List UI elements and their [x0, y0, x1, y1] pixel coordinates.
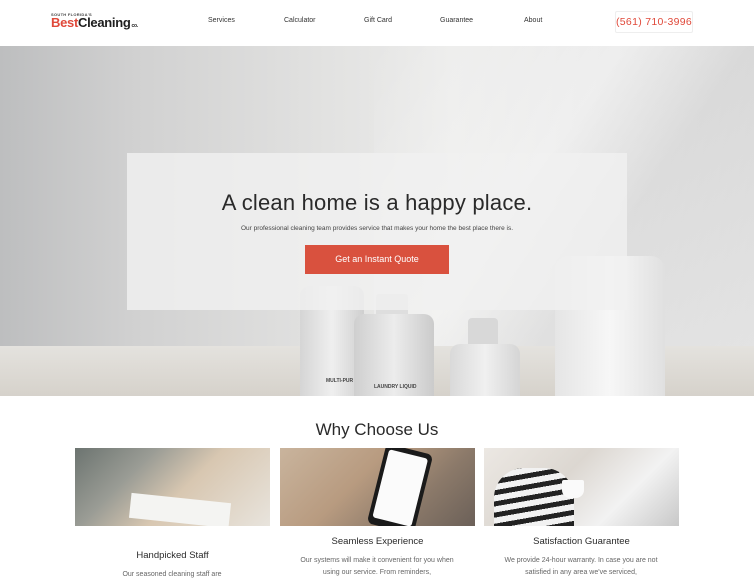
nav-about[interactable]: About: [524, 17, 542, 24]
brand-logo[interactable]: SOUTH FLORIDA'S BestCleaningco.: [51, 12, 138, 34]
nav-guarantee[interactable]: Guarantee: [440, 17, 473, 24]
logo-wordmark: BestCleaningco.: [51, 15, 138, 30]
logo-co: co.: [131, 23, 138, 29]
smartphone-shape: [366, 448, 434, 526]
feature-title: Handpicked Staff: [136, 550, 209, 561]
satisfaction-guarantee-photo: [484, 448, 679, 526]
nav-calculator[interactable]: Calculator: [284, 17, 316, 24]
feature-text: Our systems will make it convenient for …: [300, 557, 454, 576]
bottle-image: [450, 344, 520, 396]
hero-section: MULTI-PUR CLEANER LAUNDRY LIQUID A clean…: [0, 46, 754, 396]
logo-cleaning: Cleaning: [77, 15, 131, 30]
clipboard-shape: [128, 492, 232, 526]
smartphone-screen: [372, 449, 429, 526]
seamless-experience-photo: [280, 448, 475, 526]
logo-best: Best: [51, 15, 78, 30]
nav-gift-card[interactable]: Gift Card: [364, 17, 392, 24]
hero-subtitle: Our professional cleaning team provides …: [240, 225, 514, 232]
handpicked-staff-photo: [75, 448, 270, 526]
feature-text: Our seasoned cleaning staff are: [122, 571, 222, 578]
site-header: SOUTH FLORIDA'S BestCleaningco. Services…: [0, 0, 754, 46]
hero-title: A clean home is a happy place.: [221, 190, 533, 215]
bottle-label: LAUNDRY LIQUID: [374, 384, 417, 390]
instant-quote-button[interactable]: Get an Instant Quote: [305, 245, 449, 274]
nav-services[interactable]: Services: [208, 17, 235, 24]
cup-shape: [562, 480, 584, 498]
feature-text: We provide 24-hour warranty. In case you…: [504, 557, 658, 576]
hero-card: A clean home is a happy place. Our profe…: [127, 153, 627, 310]
feature-title: Seamless Experience: [331, 536, 424, 547]
phone-button[interactable]: (561) 710-3996: [615, 11, 693, 33]
striped-shirt-shape: [494, 468, 574, 526]
why-choose-title: Why Choose Us: [315, 420, 439, 439]
feature-title: Satisfaction Guarantee: [533, 536, 630, 547]
